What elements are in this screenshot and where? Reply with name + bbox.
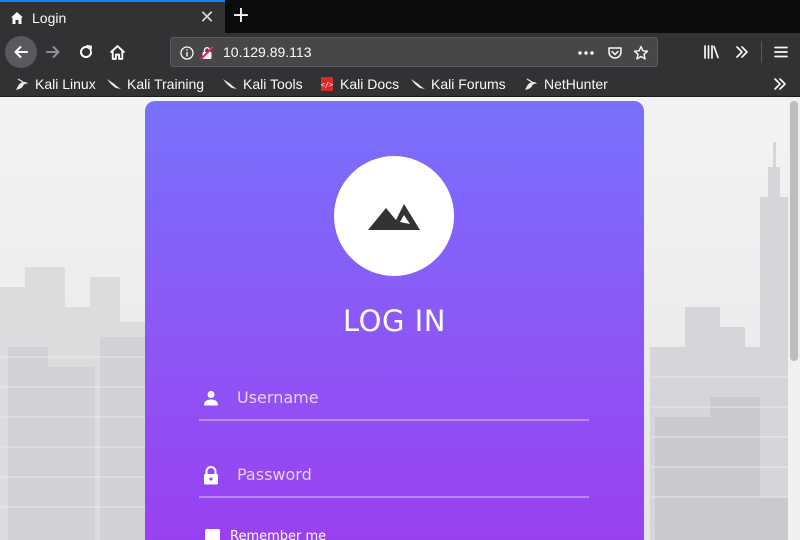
kali-dragon-icon xyxy=(410,76,426,92)
tab-title: Login xyxy=(32,9,67,26)
double-chevron-right-icon xyxy=(774,78,786,90)
bookmarks-toolbar: Kali Linux Kali Training Kali Tools </> … xyxy=(0,71,800,97)
bookmark-label: Kali Training xyxy=(127,76,205,92)
username-field[interactable] xyxy=(199,377,589,421)
toolbar-separator xyxy=(761,41,762,63)
bookmark-kali-tools[interactable]: Kali Tools xyxy=(222,75,303,93)
new-tab-button[interactable]: + xyxy=(229,3,253,29)
user-icon xyxy=(203,389,219,407)
page-title: LOG IN xyxy=(343,304,446,338)
bookmark-kali-linux[interactable]: Kali Linux xyxy=(14,75,96,93)
logo-circle xyxy=(334,156,454,276)
login-card: LOG IN Remember me xyxy=(145,101,644,540)
star-bookmark-icon[interactable] xyxy=(633,45,649,61)
bookmark-label: Kali Forums xyxy=(431,76,506,92)
remember-me-label: Remember me xyxy=(230,529,327,540)
library-icon xyxy=(703,45,719,59)
pocket-icon[interactable] xyxy=(607,45,623,61)
username-input[interactable] xyxy=(237,383,577,411)
lock-icon xyxy=(203,465,219,484)
main-menu-button[interactable] xyxy=(766,37,796,67)
url-bar[interactable]: 10.129.89.113 xyxy=(170,37,658,67)
page-scrollbar[interactable] xyxy=(788,97,800,540)
more-bookmarks-button[interactable] xyxy=(770,74,790,94)
url-text[interactable]: 10.129.89.113 xyxy=(223,44,312,60)
password-input[interactable] xyxy=(237,460,577,488)
bookmark-label: Kali Tools xyxy=(243,76,303,92)
home-icon xyxy=(109,44,125,60)
remember-me[interactable]: Remember me xyxy=(205,529,326,540)
kali-dragon-icon xyxy=(523,76,539,92)
reload-button[interactable] xyxy=(71,37,101,67)
overflow-menu-button[interactable] xyxy=(727,37,757,67)
navigation-toolbar: 10.129.89.113 xyxy=(0,33,800,71)
arrow-right-icon xyxy=(46,46,60,58)
kali-dragon-icon xyxy=(14,76,30,92)
insecure-lock-icon[interactable] xyxy=(199,45,215,61)
mountains-icon xyxy=(368,204,420,230)
kali-docs-icon: </> xyxy=(319,76,335,92)
reload-icon xyxy=(80,45,93,58)
kali-dragon-icon xyxy=(222,76,238,92)
forward-button[interactable] xyxy=(38,37,68,67)
home-button[interactable] xyxy=(102,37,132,67)
tab-login[interactable]: Login ✕ xyxy=(0,0,225,33)
library-button[interactable] xyxy=(696,37,726,67)
svg-text:</>: </> xyxy=(321,81,334,89)
bookmark-label: NetHunter xyxy=(544,76,608,92)
info-icon[interactable] xyxy=(179,45,195,61)
bookmark-label: Kali Docs xyxy=(340,76,400,92)
bookmark-kali-forums[interactable]: Kali Forums xyxy=(410,75,506,93)
bookmark-kali-docs[interactable]: </> Kali Docs xyxy=(319,75,399,93)
remember-me-checkbox[interactable] xyxy=(205,529,220,540)
bookmark-nethunter[interactable]: NetHunter xyxy=(523,75,608,93)
page-viewport: LOG IN Remember me xyxy=(0,97,800,540)
bookmark-kali-training[interactable]: Kali Training xyxy=(106,75,204,93)
kali-dragon-icon xyxy=(106,76,122,92)
home-icon xyxy=(10,11,24,25)
hamburger-menu-icon xyxy=(774,46,788,58)
back-button[interactable] xyxy=(5,36,37,68)
double-chevron-right-icon xyxy=(736,46,748,58)
password-field[interactable] xyxy=(199,454,589,498)
arrow-left-icon xyxy=(14,46,28,58)
tab-strip: Login ✕ + xyxy=(0,0,800,33)
page-actions-icon[interactable] xyxy=(576,45,596,61)
close-tab-icon[interactable]: ✕ xyxy=(199,8,215,26)
bookmark-label: Kali Linux xyxy=(35,76,96,92)
scrollbar-thumb[interactable] xyxy=(790,101,798,361)
